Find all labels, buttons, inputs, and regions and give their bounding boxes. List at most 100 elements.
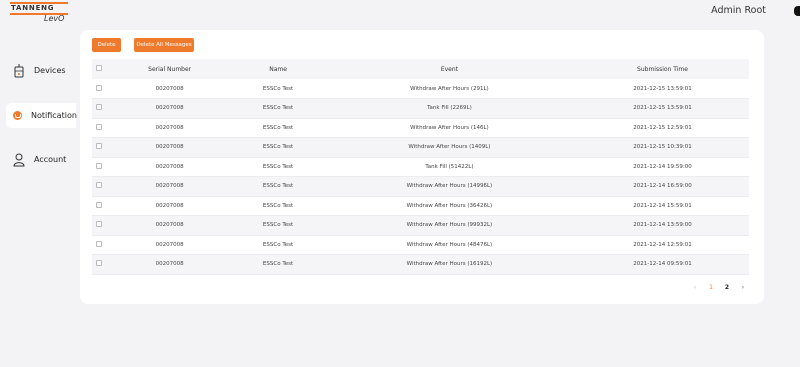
cell-serial: 00207008 <box>155 183 184 190</box>
cell-serial: 00207008 <box>155 124 184 131</box>
select-all-checkbox[interactable] <box>96 65 102 71</box>
cell-event: Withdraw After Hours (16192L) <box>406 261 493 268</box>
table-header-row: Serial Number Name Event Submission Time <box>92 59 749 79</box>
sidebar-item-account[interactable]: Account <box>6 147 76 172</box>
select-all-cell <box>92 59 106 79</box>
column-header-serial[interactable]: Serial Number <box>106 59 233 79</box>
row-select-cell <box>92 177 106 197</box>
row-select-cell <box>92 235 106 255</box>
column-header-name[interactable]: Name <box>233 59 323 79</box>
cell-event: Withdraw After Hours (99932L) <box>406 222 493 229</box>
sidebar-item-notification[interactable]: Notification <box>6 103 77 128</box>
cell-event: Withdraw After Hours (1409L) <box>408 144 491 151</box>
row-select-cell <box>92 79 106 99</box>
avatar[interactable] <box>794 6 800 16</box>
cell-time: 2021-12-15 13:59:01 <box>633 85 692 92</box>
cell-time: 2021-12-14 16:59:00 <box>633 183 692 190</box>
cell-event: Withdraw After Hours (36426L) <box>406 202 493 209</box>
cell-name: ESSCo Test <box>262 144 294 151</box>
cell-time: 2021-12-15 10:39:01 <box>633 144 692 151</box>
cell-event: Withdraw After Hours (14996L) <box>406 183 493 190</box>
messages-table: Serial Number Name Event Submission Time… <box>92 59 749 275</box>
cell-serial: 00207008 <box>155 105 184 112</box>
table-row[interactable]: 00207008 ESSCo Test Withdraw After Hours (… <box>92 215 749 236</box>
row-select-cell <box>92 157 106 177</box>
sidebar-item-label: Notification <box>31 111 77 120</box>
delete-button[interactable]: Delete <box>92 38 121 52</box>
table-row[interactable]: 00207008 ESSCo Test Tank Fill (2269L) 2021-… <box>92 98 749 119</box>
cell-name: ESSCo Test <box>262 202 294 209</box>
row-checkbox[interactable] <box>96 84 102 91</box>
cell-event: Tank Fill (51422L) <box>425 163 474 170</box>
sidebar-item-label: Devices <box>34 66 66 75</box>
row-select-cell <box>92 196 106 216</box>
cell-serial: 00207008 <box>155 202 184 209</box>
column-header-event[interactable]: Event <box>323 59 576 79</box>
row-checkbox[interactable] <box>96 123 102 130</box>
table-row[interactable]: 00207008 ESSCo Test Withdraw After Hours (… <box>92 118 749 138</box>
cell-event: Withdraw After Hours (48476L) <box>406 241 493 248</box>
table-row[interactable]: 00207008 ESSCo Test Withdraw After Hours (… <box>92 137 749 158</box>
tank-icon <box>13 63 25 78</box>
row-select-cell <box>92 99 106 119</box>
prev-page-button[interactable]: ‹ <box>692 284 698 291</box>
cell-time: 2021-12-14 12:59:01 <box>633 241 692 248</box>
row-checkbox[interactable] <box>96 201 102 208</box>
brand-name: TANNENG <box>11 4 55 12</box>
row-checkbox[interactable] <box>96 240 102 247</box>
row-select-cell <box>92 216 106 236</box>
user-icon <box>13 153 25 167</box>
cell-time: 2021-12-14 19:59:00 <box>633 163 692 170</box>
sidebar-item-devices[interactable]: Devices <box>6 58 76 83</box>
cell-name: ESSCo Test <box>262 163 294 170</box>
row-select-cell <box>92 118 106 138</box>
cell-serial: 00207008 <box>155 222 184 229</box>
cell-name: ESSCo Test <box>262 241 294 248</box>
row-checkbox[interactable] <box>96 162 102 169</box>
cell-event: Tank Fill (2269L) <box>427 105 472 112</box>
table-row[interactable]: 00207008 ESSCo Test Tank Fill (51422L) 2021… <box>92 157 749 177</box>
row-checkbox[interactable] <box>96 182 102 189</box>
product-name: LevO <box>44 14 65 23</box>
brand-logo: TANNENG LevO <box>10 2 68 26</box>
table-row[interactable]: 00207008 ESSCo Test Withdraw After Hours (… <box>92 196 749 216</box>
cell-serial: 00207008 <box>155 85 184 92</box>
table-row[interactable]: 00207008 ESSCo Test Withdraw After Hours (… <box>92 79 749 99</box>
column-header-time[interactable]: Submission Time <box>576 59 749 79</box>
cell-name: ESSCo Test <box>262 222 294 229</box>
cell-time: 2021-12-14 15:59:01 <box>633 202 692 209</box>
delete-all-messages-button[interactable]: Delete All Messages <box>134 38 194 52</box>
table-row[interactable]: 00207008 ESSCo Test Withdraw After Hours (… <box>92 235 749 255</box>
cell-event: Withdraw After Hours (146L) <box>410 124 489 131</box>
cell-time: 2021-12-14 09:59:01 <box>633 261 692 268</box>
cell-serial: 00207008 <box>155 261 184 268</box>
cell-name: ESSCo Test <box>262 183 294 190</box>
user-menu[interactable]: Admin Root <box>711 5 766 16</box>
cell-serial: 00207008 <box>155 241 184 248</box>
cell-event: Withdraw After Hours (291L) <box>410 85 489 92</box>
cell-name: ESSCo Test <box>262 261 294 268</box>
row-select-cell <box>92 138 106 158</box>
table-row[interactable]: 00207008 ESSCo Test Withdraw After Hours (… <box>92 254 749 275</box>
messages-card: Delete Delete All Messages Serial Number… <box>80 30 764 304</box>
page-button[interactable]: 2 <box>724 284 730 291</box>
row-checkbox[interactable] <box>96 260 102 267</box>
sidebar-item-label: Account <box>34 155 67 164</box>
row-checkbox[interactable] <box>96 221 102 228</box>
bell-icon <box>13 109 22 123</box>
row-checkbox[interactable] <box>96 143 102 150</box>
cell-name: ESSCo Test <box>262 124 294 131</box>
cell-serial: 00207008 <box>155 144 184 151</box>
next-page-button[interactable]: › <box>740 284 746 291</box>
cell-time: 2021-12-14 13:59:00 <box>633 222 692 229</box>
page-button[interactable]: 1 <box>708 284 714 291</box>
cell-name: ESSCo Test <box>262 85 294 92</box>
pagination: ‹ 1 2 › <box>692 284 746 291</box>
row-checkbox[interactable] <box>96 104 102 111</box>
row-select-cell <box>92 255 106 275</box>
cell-serial: 00207008 <box>155 163 184 170</box>
cell-time: 2021-12-15 13:59:01 <box>633 105 692 112</box>
cell-name: ESSCo Test <box>262 105 294 112</box>
table-row[interactable]: 00207008 ESSCo Test Withdraw After Hours (… <box>92 176 749 197</box>
cell-time: 2021-12-15 12:59:01 <box>633 124 692 131</box>
